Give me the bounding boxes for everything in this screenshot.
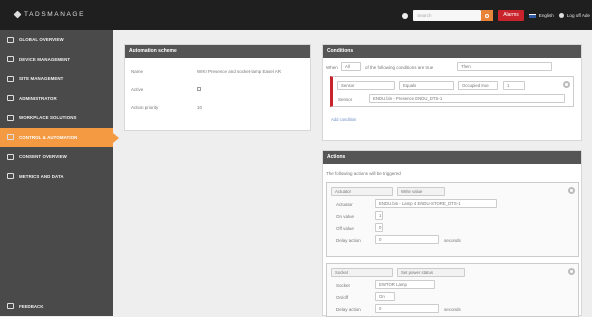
logout-link[interactable]: Log off Ade <box>558 13 590 18</box>
search-icon <box>485 13 490 18</box>
on-off-label: On/off <box>336 295 349 300</box>
automation-scheme-panel: Automation scheme Name WIKI Presence and… <box>124 44 311 131</box>
alarms-button[interactable]: Alarms <box>498 10 524 21</box>
language-selector[interactable]: English <box>528 13 554 18</box>
priority-value: 10 <box>197 105 203 110</box>
source-select[interactable]: ENDU.bin - Presence ENDU_DTS-1 <box>369 94 565 103</box>
actuator-label: Actuator <box>336 202 353 207</box>
feedback-icon <box>7 303 14 309</box>
panel-title: Actions <box>323 151 581 164</box>
condition-number-input[interactable]: 1 <box>503 81 525 90</box>
condition-settings-icon[interactable] <box>563 81 570 88</box>
on-value-input[interactable]: 1 <box>375 211 383 220</box>
sidebar: Global overview Device management Site m… <box>0 30 119 316</box>
automation-icon <box>7 134 14 141</box>
actions-panel: Actions The following actions will be tr… <box>322 150 582 317</box>
search-button[interactable] <box>481 10 494 21</box>
site-icon <box>7 75 14 82</box>
socket-delay-unit: seconds <box>444 307 461 312</box>
on-value-label: On value <box>336 214 355 219</box>
search-input[interactable]: Search <box>413 10 482 21</box>
sidebar-item-administrator[interactable]: Administrator <box>0 89 113 109</box>
name-label: Name <box>131 69 144 74</box>
all-select[interactable]: All <box>341 62 361 71</box>
delay-input[interactable]: 0 <box>375 235 439 244</box>
sidebar-item-control-automation[interactable]: Control & automation <box>0 127 119 147</box>
delay-label: Delay action <box>336 238 361 243</box>
socket-mode-select[interactable]: Set power status <box>397 268 465 277</box>
sidebar-item-metrics-data[interactable]: Metrics and data <box>0 167 113 187</box>
condition-card: Sensor Equals Occupied true 1 Sensor END… <box>330 76 574 107</box>
socket-action-card: Socket Set power status Socket EWTOR Lam… <box>326 263 579 317</box>
consent-icon <box>7 153 14 160</box>
metrics-icon <box>7 173 14 180</box>
socket-delay-input[interactable]: 0 <box>375 304 439 313</box>
sidebar-item-consent-overview[interactable]: Consent overview <box>0 147 113 167</box>
socket-delay-label: Delay action <box>336 307 361 312</box>
panel-title: Automation scheme <box>125 45 310 58</box>
add-condition-link[interactable]: Add condition <box>331 117 356 122</box>
sidebar-item-workplace-solutions[interactable]: Workplace solutions <box>0 108 113 128</box>
delay-unit: seconds <box>444 238 461 243</box>
top-bar: TADSMANAGE Search Alarms English Log off… <box>0 0 592 30</box>
overview-icon <box>7 36 14 43</box>
socket-select[interactable]: EWTOR Lamp <box>375 280 435 289</box>
source-label: Sensor <box>338 97 353 102</box>
brand-logo: TADSMANAGE <box>13 10 86 19</box>
socket-label: Socket <box>336 283 350 288</box>
sidebar-item-global-overview[interactable]: Global overview <box>0 30 113 50</box>
priority-label: Action priority <box>131 105 159 110</box>
active-label: Active <box>131 87 144 92</box>
active-checkbox[interactable] <box>197 87 201 91</box>
socket-settings-icon[interactable] <box>568 268 575 275</box>
condition-value-select[interactable]: Occupied true <box>458 81 498 90</box>
when-label: When <box>326 65 338 70</box>
actions-subtitle: The following actions will be triggered <box>326 171 401 176</box>
flag-icon <box>528 13 536 18</box>
socket-type-select[interactable]: Socket <box>331 268 393 277</box>
off-value-input[interactable]: 0 <box>375 223 383 232</box>
app-title: TADSMANAGE <box>24 11 86 18</box>
workplace-icon <box>7 114 14 121</box>
actuator-action-card: Actuator Write value Actuator ENDU.bin -… <box>326 182 579 257</box>
panel-title: Conditions <box>323 45 581 58</box>
help-icon[interactable] <box>402 12 409 19</box>
admin-icon <box>7 95 14 102</box>
off-value-label: Off value <box>336 226 354 231</box>
then-select[interactable]: Then <box>457 62 552 71</box>
action-settings-icon[interactable] <box>568 187 575 194</box>
logo-icon <box>13 10 22 19</box>
action-type-select[interactable]: Actuator <box>331 187 393 196</box>
device-icon <box>7 56 14 63</box>
actuator-select[interactable]: ENDU.bin - Lamp 4 ENDU-STORE_DTS-1 <box>375 199 497 208</box>
action-mode-select[interactable]: Write value <box>397 187 445 196</box>
condition-operator-select[interactable]: Equals <box>399 81 454 90</box>
sidebar-item-device-management[interactable]: Device management <box>0 50 113 70</box>
name-value: WIKI Presence and socket-lamp Easel AR <box>197 69 282 74</box>
conditions-panel: Conditions When All of the following con… <box>322 44 582 141</box>
feedback-link[interactable]: Feedback <box>7 303 43 309</box>
on-off-select[interactable]: On <box>375 292 395 301</box>
sidebar-item-site-management[interactable]: Site management <box>0 69 113 89</box>
condition-sensor-select[interactable]: Sensor <box>337 81 395 90</box>
condition-rule-text: of the following conditions are true <box>365 65 434 70</box>
user-icon <box>558 13 564 18</box>
